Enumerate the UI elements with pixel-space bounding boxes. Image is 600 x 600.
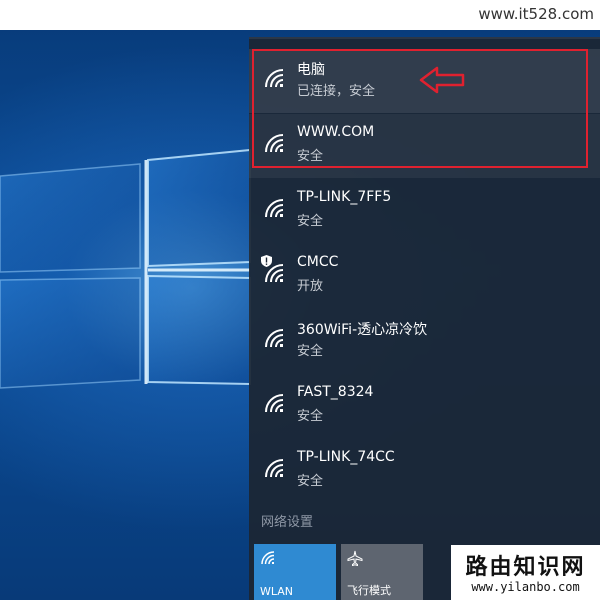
network-item[interactable]: FAST_8324 安全 xyxy=(249,374,600,438)
network-name: TP-LINK_74CC xyxy=(297,449,395,465)
airplane-mode-label: 飞行模式 xyxy=(347,584,391,597)
network-item-open[interactable]: CMCC 开放 xyxy=(249,244,600,308)
unsecured-shield-icon xyxy=(261,255,272,267)
top-watermark: www.it528.com xyxy=(0,0,600,30)
wifi-icon xyxy=(261,551,275,565)
network-status: 安全 xyxy=(297,214,324,229)
bottom-watermark: 路由知识网 www.yilanbo.com xyxy=(451,545,600,600)
network-name: CMCC xyxy=(297,254,339,270)
network-name: FAST_8324 xyxy=(297,384,374,400)
airplane-mode-tile[interactable]: 飞行模式 xyxy=(341,544,423,600)
wlan-label: WLAN xyxy=(260,585,294,598)
network-flyout: 电脑 已连接，安全 WWW.COM 安全 TP-LINK_7FF5 安全 CMC… xyxy=(249,37,600,600)
red-arrow-icon xyxy=(419,66,465,94)
wlan-toggle-tile[interactable]: WLAN xyxy=(254,544,336,600)
airplane-icon xyxy=(347,550,363,566)
watermark-title: 路由知识网 xyxy=(465,554,586,580)
network-status: 安全 xyxy=(297,344,324,359)
wifi-signal-icon xyxy=(265,459,284,478)
network-name: 360WiFi-透心凉冷饮 xyxy=(297,322,428,338)
network-status: 开放 xyxy=(297,279,324,294)
network-status: 安全 xyxy=(297,474,324,489)
wifi-signal-icon xyxy=(265,394,284,413)
wifi-signal-icon xyxy=(265,329,284,348)
network-item[interactable]: 360WiFi-透心凉冷饮 安全 xyxy=(249,309,600,373)
flyout-divider xyxy=(249,37,600,39)
network-item[interactable]: TP-LINK_7FF5 安全 xyxy=(249,179,600,243)
network-name: TP-LINK_7FF5 xyxy=(297,189,392,205)
watermark-url-bottom: www.yilanbo.com xyxy=(471,580,580,594)
network-status: 安全 xyxy=(297,409,324,424)
wifi-signal-icon xyxy=(265,199,284,218)
network-item[interactable]: TP-LINK_74CC 安全 xyxy=(249,439,600,503)
watermark-url: www.it528.com xyxy=(478,5,594,23)
network-settings-link[interactable]: 网络设置 xyxy=(261,511,313,530)
